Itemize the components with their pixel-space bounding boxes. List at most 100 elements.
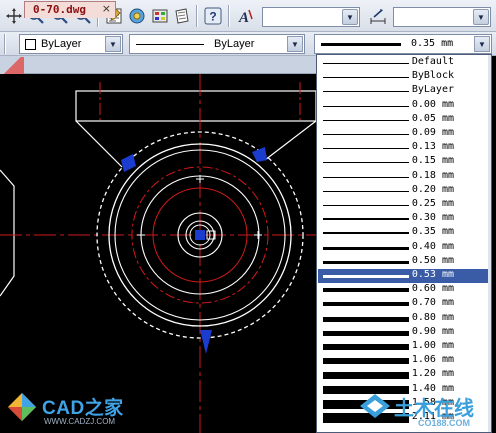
color-value: ByLayer bbox=[41, 38, 82, 50]
lineweight-label: ByLayer bbox=[411, 84, 454, 96]
lineweight-label: 0.53 mm bbox=[411, 269, 454, 280]
lineweight-sample bbox=[323, 330, 409, 336]
lineweight-item[interactable]: 0.05 mm bbox=[318, 113, 490, 127]
lineweight-label: 0.18 mm bbox=[411, 169, 454, 181]
pan-zoom-icon[interactable] bbox=[4, 6, 24, 26]
lineweight-sample bbox=[323, 176, 409, 178]
document-tab-strip bbox=[0, 56, 318, 74]
toolbar-separator bbox=[196, 5, 198, 27]
tab-label: 0-70.dwg bbox=[33, 3, 86, 16]
lineweight-item[interactable]: Default bbox=[318, 56, 490, 70]
scrollbar[interactable] bbox=[488, 55, 491, 432]
linetype-control-dropdown[interactable]: ByLayer ▼ bbox=[129, 34, 305, 54]
lineweight-label: 0.50 mm bbox=[411, 254, 454, 266]
lineweight-sample bbox=[323, 205, 409, 206]
lineweight-sample bbox=[323, 232, 409, 235]
dimension-style-icon[interactable] bbox=[368, 6, 388, 26]
lineweight-item[interactable]: ByLayer bbox=[318, 84, 490, 98]
lineweight-sample bbox=[323, 302, 409, 307]
sheet-set-icon[interactable] bbox=[172, 6, 192, 26]
lineweight-item[interactable]: 0.13 mm bbox=[318, 141, 490, 155]
lineweight-item[interactable]: 0.50 mm bbox=[318, 255, 490, 269]
lineweight-label: 0.80 mm bbox=[411, 311, 454, 323]
properties-toolbar: ByLayer ▼ ByLayer ▼ 0.35 mm ▼ bbox=[0, 32, 496, 56]
lineweight-label: 0.20 mm bbox=[411, 183, 454, 195]
lineweight-item[interactable]: 0.40 mm bbox=[318, 241, 490, 255]
close-icon[interactable]: × bbox=[102, 2, 111, 15]
lineweight-label: Default bbox=[411, 56, 454, 67]
hex-outline-left bbox=[0, 169, 15, 297]
lineweight-item[interactable]: 1.06 mm bbox=[318, 354, 490, 368]
lineweight-sample bbox=[323, 288, 409, 293]
lineweight-preview bbox=[321, 43, 401, 46]
center-grip bbox=[195, 230, 205, 240]
help-icon[interactable]: ? bbox=[203, 6, 223, 26]
lineweight-label: 0.60 mm bbox=[411, 283, 454, 295]
text-style-dropdown[interactable]: ▼ bbox=[262, 7, 360, 27]
lineweight-label: 0.30 mm bbox=[411, 212, 454, 224]
top-bracket-rect bbox=[75, 90, 317, 122]
lineweight-label: 0.70 mm bbox=[411, 297, 454, 309]
lineweight-label: 0.09 mm bbox=[411, 127, 454, 138]
color-control-dropdown[interactable]: ByLayer ▼ bbox=[19, 34, 123, 54]
lineweight-item[interactable]: 0.80 mm bbox=[318, 312, 490, 326]
lineweight-item[interactable]: 0.00 mm bbox=[318, 99, 490, 113]
watermark-brand-right: 土木在线 bbox=[394, 396, 474, 420]
chevron-down-icon[interactable]: ▼ bbox=[287, 36, 303, 52]
tab-strip-corner bbox=[0, 57, 24, 74]
dimension-style-dropdown[interactable]: ▼ bbox=[393, 7, 491, 27]
lineweight-sample bbox=[323, 344, 409, 350]
lineweight-label: 1.00 mm bbox=[411, 340, 454, 351]
lineweight-item[interactable]: 0.25 mm bbox=[318, 198, 490, 212]
watermark-url-right: CO188.COM bbox=[418, 418, 471, 428]
linetype-preview bbox=[136, 44, 204, 45]
lineweight-label: 0.00 mm bbox=[411, 98, 454, 110]
lineweight-item[interactable]: 0.60 mm bbox=[318, 283, 490, 297]
lineweight-sample bbox=[323, 148, 409, 150]
chevron-down-icon[interactable]: ▼ bbox=[474, 36, 490, 52]
lineweight-label: ByBlock bbox=[411, 70, 454, 82]
lineweight-sample bbox=[323, 316, 409, 322]
co188-watermark: 土木在线 CO188.COM bbox=[356, 388, 492, 432]
lineweight-item[interactable]: ByBlock bbox=[318, 70, 490, 84]
lineweight-item[interactable]: 0.20 mm bbox=[318, 184, 490, 198]
lineweight-item[interactable]: 0.70 mm bbox=[318, 297, 490, 311]
lineweight-label: 0.15 mm bbox=[411, 155, 454, 167]
lineweight-sample bbox=[323, 246, 409, 250]
lineweight-item[interactable]: 0.30 mm bbox=[318, 212, 490, 226]
watermark-brand-left: CAD之家 bbox=[42, 398, 124, 419]
lineweight-label: 0.13 mm bbox=[411, 141, 454, 153]
color-swatch bbox=[25, 39, 36, 50]
grip-right bbox=[252, 147, 267, 162]
chevron-down-icon[interactable]: ▼ bbox=[105, 36, 121, 52]
lineweight-item[interactable]: 0.53 mm bbox=[318, 269, 490, 283]
watermark-url-left: WWW.CADZJ.COM bbox=[44, 417, 116, 426]
lineweight-item[interactable]: 0.15 mm bbox=[318, 155, 490, 169]
text-style-icon[interactable]: A bbox=[236, 6, 256, 26]
lineweight-sample bbox=[323, 119, 409, 121]
lineweight-item[interactable]: 0.18 mm bbox=[318, 170, 490, 184]
toolbar-separator bbox=[228, 5, 230, 27]
grip-bottom bbox=[200, 330, 212, 354]
lineweight-control-dropdown[interactable]: 0.35 mm ▼ bbox=[314, 34, 492, 54]
tab-document[interactable]: 0-70.dwg × bbox=[24, 1, 116, 18]
lineweight-label: 1.20 mm bbox=[411, 368, 454, 380]
lineweight-item[interactable]: 1.20 mm bbox=[318, 368, 490, 382]
lineweight-value: 0.35 mm bbox=[411, 38, 454, 49]
lineweight-item[interactable]: 0.35 mm bbox=[318, 226, 490, 240]
lineweight-dropdown-list[interactable]: Default ByBlock ByLayer 0.00 mm 0.05 mm 0.09 … bbox=[316, 54, 492, 433]
cadzj-watermark: CAD之家 WWW.CADZJ.COM bbox=[6, 387, 176, 431]
lineweight-label: 0.40 mm bbox=[411, 240, 454, 252]
design-center-icon[interactable] bbox=[127, 6, 147, 26]
chevron-down-icon[interactable]: ▼ bbox=[342, 9, 358, 25]
lineweight-item[interactable]: 0.09 mm bbox=[318, 127, 490, 141]
tool-palettes-icon[interactable] bbox=[150, 6, 170, 26]
lineweight-sample bbox=[323, 162, 409, 164]
lineweight-sample bbox=[323, 372, 409, 380]
cadzj-logo bbox=[8, 393, 36, 421]
lineweight-item[interactable]: 0.90 mm bbox=[318, 326, 490, 340]
lineweight-label: 0.90 mm bbox=[411, 325, 454, 337]
svg-text:?: ? bbox=[209, 10, 216, 24]
lineweight-item[interactable]: 1.00 mm bbox=[318, 340, 490, 354]
chevron-down-icon[interactable]: ▼ bbox=[473, 9, 489, 25]
